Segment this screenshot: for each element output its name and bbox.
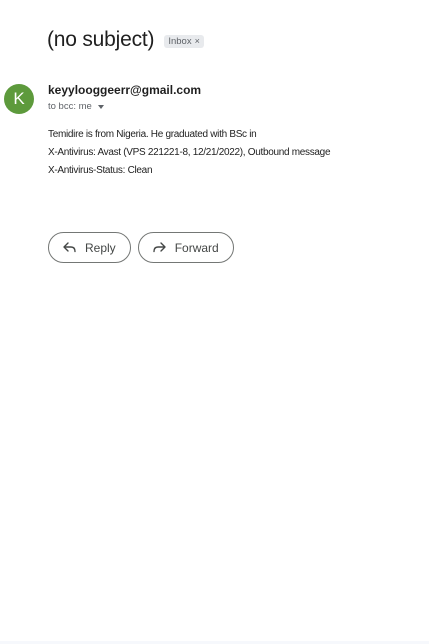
- show-details-chevron-down-icon[interactable]: [97, 105, 104, 109]
- remove-label-icon[interactable]: ×: [195, 37, 200, 46]
- reply-label: Reply: [85, 240, 116, 255]
- reply-button[interactable]: Reply: [48, 232, 131, 263]
- subject-row: (no subject) Inbox ×: [47, 28, 417, 52]
- email-body: Temidire is from Nigeria. He graduated w…: [48, 126, 423, 180]
- body-line: X-Antivirus: Avast (VPS 221221-8, 12/21/…: [48, 147, 331, 158]
- email-subject: (no subject): [47, 28, 155, 51]
- forward-label: Forward: [174, 240, 219, 255]
- forward-arrow-icon: [152, 242, 166, 253]
- inbox-label-text: Inbox: [168, 36, 192, 47]
- reply-arrow-icon: [63, 242, 76, 253]
- avatar-letter: K: [13, 89, 25, 108]
- body-line: Temidire is from Nigeria. He graduated w…: [48, 129, 257, 140]
- forward-button[interactable]: Forward: [137, 232, 234, 263]
- body-line: X-Antivirus-Status: Clean: [48, 165, 153, 176]
- recipients-text: to bcc: me: [48, 101, 92, 112]
- inbox-label-chip[interactable]: Inbox ×: [164, 35, 204, 48]
- recipients-details[interactable]: to bcc: me: [48, 101, 104, 112]
- sender-avatar[interactable]: K: [4, 84, 34, 114]
- sender-email[interactable]: keyylooggeerr@gmail.com: [48, 83, 201, 97]
- message-actions: Reply Forward: [48, 232, 234, 263]
